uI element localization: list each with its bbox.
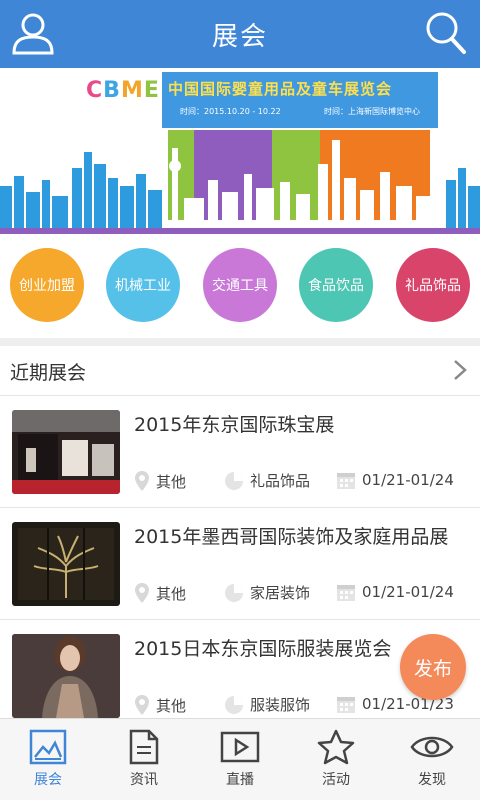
tab-news[interactable]: 资讯 xyxy=(96,719,192,800)
publish-button[interactable]: 发布 xyxy=(400,634,466,700)
category-text: 服装服饰 xyxy=(250,696,311,714)
list-item[interactable]: 2015年墨西哥国际装饰及家庭用品展 其他 家居装饰 01/21-01/24 xyxy=(0,508,480,620)
category-text: 礼品饰品 xyxy=(250,472,311,490)
tab-label: 活动 xyxy=(322,772,350,788)
list-item[interactable]: 2015年东京国际珠宝展 其他 礼品饰品 01/21-01/24 xyxy=(0,396,480,508)
search-button[interactable] xyxy=(424,10,468,56)
category-machinery[interactable]: 机械工业 xyxy=(106,248,180,322)
location-meta: 其他 xyxy=(134,582,186,604)
calendar-icon xyxy=(337,697,355,713)
category-meta: 服装服饰 xyxy=(224,694,310,715)
banner-headline: 中国国际婴童用品及童车展览会 xyxy=(168,80,393,98)
image-icon xyxy=(29,729,67,765)
category-icon xyxy=(225,471,243,490)
tab-live[interactable]: 直播 xyxy=(192,719,288,800)
star-icon xyxy=(317,729,355,765)
play-icon xyxy=(220,731,260,763)
location-text: 其他 xyxy=(156,696,187,715)
eye-icon xyxy=(410,736,454,758)
exhibition-thumbnail xyxy=(12,410,120,494)
date-meta: 01/21-01/24 xyxy=(336,470,454,490)
category-food[interactable]: 食品饮品 xyxy=(299,248,373,322)
category-icon xyxy=(225,583,243,602)
banner-title-box: 中国国际婴童用品及童车展览会 时间：2015.10.20 - 10.22 时间：… xyxy=(162,72,438,128)
category-transport[interactable]: 交通工具 xyxy=(203,248,277,322)
recent-exhibitions-header[interactable]: 近期展会 xyxy=(0,346,480,396)
location-pin-icon xyxy=(135,695,149,715)
category-icon xyxy=(225,695,243,714)
tab-label: 发现 xyxy=(418,772,446,788)
exhibition-title: 2015日本东京国际服装展览会 xyxy=(134,638,392,660)
cbme-logo: CBME xyxy=(86,78,160,103)
location-pin-icon xyxy=(135,471,149,491)
section-separator xyxy=(0,338,480,346)
category-meta: 礼品饰品 xyxy=(224,470,310,491)
location-pin-icon xyxy=(135,583,149,603)
header-bar: 展会 xyxy=(0,0,480,68)
tab-exhibitions[interactable]: 展会 xyxy=(0,719,96,800)
exhibition-title: 2015年墨西哥国际装饰及家庭用品展 xyxy=(134,526,449,548)
banner-time: 时间：2015.10.20 - 10.22 xyxy=(180,107,281,116)
category-startup[interactable]: 创业加盟 xyxy=(10,248,84,322)
date-meta: 01/21-01/24 xyxy=(336,582,454,602)
document-icon xyxy=(129,729,159,765)
banner-place: 时间：上海新国际博览中心 xyxy=(324,107,420,116)
category-text: 家居装饰 xyxy=(250,584,311,602)
tab-label: 资讯 xyxy=(130,772,158,788)
user-icon xyxy=(12,13,54,55)
date-text: 01/21-01/24 xyxy=(362,471,454,489)
calendar-icon xyxy=(337,585,355,601)
category-gifts[interactable]: 礼品饰品 xyxy=(396,248,470,322)
section-title: 近期展会 xyxy=(10,362,87,384)
location-meta: 其他 xyxy=(134,470,186,492)
location-text: 其他 xyxy=(156,584,187,603)
exhibition-thumbnail xyxy=(12,634,120,718)
tab-label: 直播 xyxy=(226,772,254,788)
tab-events[interactable]: 活动 xyxy=(288,719,384,800)
exhibition-title: 2015年东京国际珠宝展 xyxy=(134,414,335,436)
date-text: 01/21-01/24 xyxy=(362,583,454,601)
calendar-icon xyxy=(337,473,355,489)
category-bar: 创业加盟 机械工业 交通工具 食品饮品 礼品饰品 xyxy=(0,234,480,338)
location-meta: 其他 xyxy=(134,694,186,716)
page-title: 展会 xyxy=(211,21,268,52)
tab-discover[interactable]: 发现 xyxy=(384,719,480,800)
exhibition-thumbnail xyxy=(12,522,120,606)
user-profile-button[interactable] xyxy=(10,10,56,56)
promo-banner[interactable]: CBME 中国国际婴童用品及童车展览会 时间：2015.10.20 - 10.2… xyxy=(0,68,480,234)
category-meta: 家居装饰 xyxy=(224,582,310,603)
tab-label: 展会 xyxy=(34,772,62,788)
bottom-nav: 展会 资讯 直播 活动 发现 xyxy=(0,718,480,800)
chevron-right-icon xyxy=(454,360,467,380)
location-text: 其他 xyxy=(156,472,187,491)
search-icon xyxy=(426,12,466,54)
